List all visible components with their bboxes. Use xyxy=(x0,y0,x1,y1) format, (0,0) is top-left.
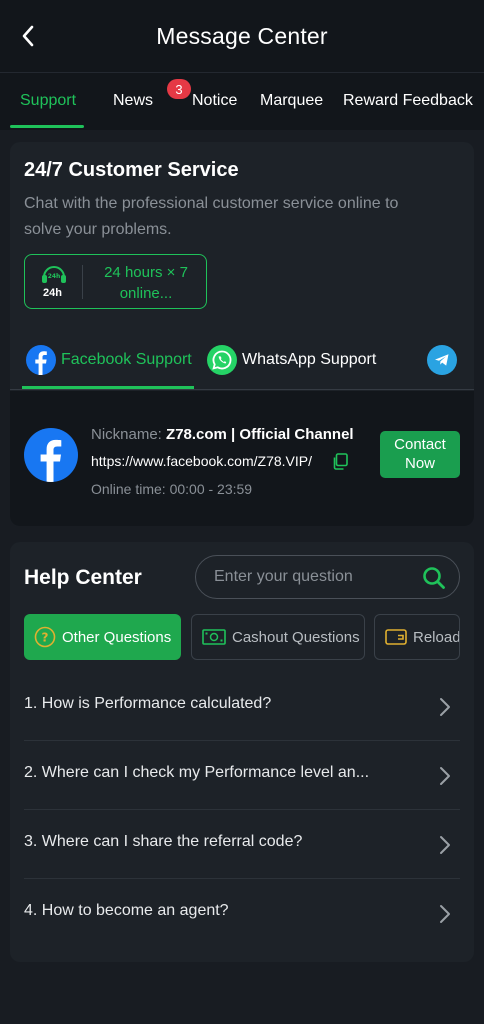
svg-text:?: ? xyxy=(42,631,49,645)
customer-service-description: Chat with the professional customer serv… xyxy=(24,195,399,238)
nickname-value: Z78.com | Official Channel xyxy=(166,426,354,443)
header: Message Center xyxy=(0,0,484,72)
page-title: Message Center xyxy=(156,22,328,49)
chevron-left-icon xyxy=(22,25,34,47)
facebook-icon xyxy=(26,345,56,375)
tab-facebook-support[interactable]: Facebook Support xyxy=(26,344,192,376)
search-input[interactable] xyxy=(214,566,414,588)
question-text: 3. Where can I share the referral code? xyxy=(24,833,303,850)
question-text: 4. How to become an agent? xyxy=(24,902,229,919)
tab-bar: Support News Notice Marquee Reward Feedb… xyxy=(0,72,484,130)
online-time: Online time: 00:00 - 23:59 xyxy=(91,481,253,497)
support-tab-indicator xyxy=(22,386,194,389)
question-item[interactable]: 3. Where can I share the referral code? xyxy=(10,810,474,879)
category-label: Cashout Questions xyxy=(232,628,360,646)
facebook-url: https://www.facebook.com/Z78.VIP/ xyxy=(91,453,312,469)
tab-telegram-support[interactable] xyxy=(427,344,462,376)
nickname-label: Nickname: xyxy=(91,426,167,443)
search-icon[interactable] xyxy=(422,566,446,590)
help-center-title: Help Center xyxy=(24,566,142,589)
chevron-right-icon xyxy=(440,767,450,785)
nickname-row: Nickname: Z78.com | Official Channel xyxy=(91,426,354,443)
whatsapp-icon xyxy=(207,345,237,375)
tab-whatsapp-support[interactable]: WhatsApp Support xyxy=(207,344,376,376)
question-text: 1. How is Performance calculated? xyxy=(24,695,272,712)
customer-service-title: 24/7 Customer Service xyxy=(24,159,239,181)
chevron-right-icon xyxy=(440,905,450,923)
svg-text:24h: 24h xyxy=(48,273,61,280)
facebook-channel-panel: Nickname: Z78.com | Official Channel htt… xyxy=(10,391,474,526)
question-text: 2. Where can I check my Performance leve… xyxy=(24,764,370,781)
tab-news[interactable]: News xyxy=(113,92,153,110)
question-item[interactable]: 1. How is Performance calculated? xyxy=(10,672,474,741)
category-reload[interactable]: Reload xyxy=(374,614,460,660)
question-item[interactable]: 2. Where can I check my Performance leve… xyxy=(10,741,474,810)
notice-count-badge: 3 xyxy=(167,79,191,99)
back-button[interactable] xyxy=(14,22,42,50)
support-channel-tabs: Facebook Support WhatsApp Support xyxy=(10,332,474,390)
service-hours-box: 24h 24h 24 hours × 7 online... xyxy=(24,254,207,309)
whatsapp-support-label: WhatsApp Support xyxy=(242,351,377,368)
search-box xyxy=(195,555,460,599)
question-item[interactable]: 4. How to become an agent? xyxy=(10,879,474,948)
hours-divider xyxy=(82,265,83,299)
category-label: Reload xyxy=(413,628,460,646)
copy-icon[interactable] xyxy=(332,453,348,470)
contact-now-button[interactable]: Contact Now xyxy=(380,431,460,478)
category-label: Other Questions xyxy=(62,628,172,646)
service-hours-text: 24 hours × 7 online... xyxy=(104,264,188,302)
tab-reward-feedback[interactable]: Reward Feedback xyxy=(343,92,473,110)
tab-notice[interactable]: Notice xyxy=(192,92,237,110)
cash-icon xyxy=(202,628,226,646)
question-icon: ? xyxy=(34,626,56,648)
tab-marquee[interactable]: Marquee xyxy=(260,92,323,110)
customer-service-card: 24/7 Customer Service Chat with the prof… xyxy=(10,142,474,526)
chevron-right-icon xyxy=(440,698,450,716)
category-cashout-questions[interactable]: Cashout Questions xyxy=(191,614,365,660)
wallet-icon xyxy=(385,628,407,646)
category-other-questions[interactable]: ? Other Questions xyxy=(24,614,181,660)
active-tab-indicator xyxy=(10,125,84,128)
tab-support[interactable]: Support xyxy=(20,92,76,110)
telegram-icon xyxy=(427,345,457,375)
headset-icon: 24h xyxy=(42,266,66,283)
hours-icon-label: 24h xyxy=(43,287,62,299)
help-center-card: Help Center ? Other Questions Cashout Qu… xyxy=(10,542,474,962)
facebook-support-label: Facebook Support xyxy=(61,351,192,368)
chevron-right-icon xyxy=(440,836,450,854)
facebook-logo xyxy=(24,428,78,482)
